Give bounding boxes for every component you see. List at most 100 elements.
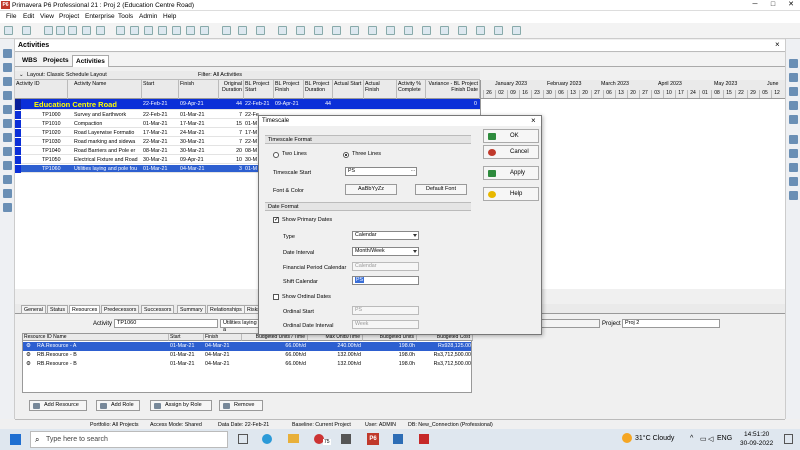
col-start[interactable]: Start — [142, 80, 179, 99]
help-button[interactable]: Help — [483, 187, 539, 201]
settings-icon[interactable] — [494, 26, 503, 35]
word-icon[interactable] — [393, 434, 403, 444]
menu-admin[interactable]: Admin — [139, 13, 157, 20]
file-explorer-icon[interactable] — [288, 434, 299, 443]
link-icon[interactable] — [278, 26, 287, 35]
activity-table-icon[interactable] — [116, 26, 125, 35]
tab-resources[interactable]: Resources — [69, 305, 101, 314]
edge-icon[interactable] — [262, 434, 272, 444]
add-resource-button[interactable]: Add Resource — [29, 400, 87, 411]
shift-calendar-field[interactable]: PS — [352, 276, 419, 285]
tab-summary[interactable]: Summary — [177, 305, 206, 314]
maximize-button[interactable]: □ — [766, 0, 780, 10]
assign-by-role-button[interactable]: Assign by Role — [150, 400, 212, 411]
app-icon[interactable] — [419, 434, 429, 444]
close-window-button[interactable]: ✕ — [784, 0, 798, 10]
paste-icon[interactable] — [789, 115, 798, 124]
gantt-timescale-header[interactable]: January 2023 February 2023 March 2023 Ap… — [480, 80, 785, 99]
add-role-button[interactable]: Add Role — [96, 400, 140, 411]
usage-icon[interactable] — [186, 26, 195, 35]
tab-activities[interactable]: Activities — [72, 55, 109, 67]
col-bl-finish[interactable]: BL Project Finish — [274, 80, 304, 99]
ok-button[interactable]: OK — [483, 129, 539, 143]
res-col-budget-units[interactable]: Budgeted Units — [363, 334, 417, 341]
group-icon[interactable] — [386, 26, 395, 35]
col-finish[interactable]: Finish — [179, 80, 219, 99]
thresholds-nav-icon[interactable] — [3, 203, 12, 212]
gantt-icon[interactable] — [130, 26, 139, 35]
dialog-close-button[interactable]: × — [531, 116, 536, 125]
clock-date[interactable]: 30-09-2022 — [740, 440, 773, 447]
schedule-icon[interactable] — [222, 26, 231, 35]
tab-successors[interactable]: Successors — [141, 305, 175, 314]
res-col-budget-units-time[interactable]: Budgeted Units / Time — [242, 334, 308, 341]
col-activity-name[interactable]: Activity Name — [73, 80, 142, 99]
tab-wbs[interactable]: WBS — [19, 55, 40, 67]
assign-resource-icon[interactable] — [789, 149, 798, 158]
tab-status[interactable]: Status — [47, 305, 69, 314]
tab-predecessors[interactable]: Predecessors — [101, 305, 140, 314]
collapse-icon[interactable] — [368, 26, 377, 35]
col-bl-start[interactable]: BL Project Start — [244, 80, 274, 99]
expenses-nav-icon[interactable] — [3, 147, 12, 156]
notifications-icon[interactable] — [784, 434, 793, 444]
show-primary-checkbox[interactable]: ✓ — [273, 217, 279, 223]
options-icon[interactable] — [512, 26, 521, 35]
project-field[interactable]: Proj 2 — [622, 319, 720, 328]
issues-nav-icon[interactable] — [3, 119, 12, 128]
clock-time[interactable]: 14:51:20 — [744, 431, 769, 438]
layout-bar[interactable]: ⌄ Layout: Classic Schedule Layout Filter… — [15, 71, 480, 80]
menu-edit[interactable]: Edit — [23, 13, 34, 20]
col-activity-id[interactable]: Activity ID — [15, 80, 68, 99]
apply-button[interactable]: Apply — [483, 166, 539, 180]
delete-icon[interactable] — [789, 73, 798, 82]
default-font-button[interactable]: Default Font — [415, 184, 467, 195]
add-icon[interactable] — [789, 59, 798, 68]
spreadsheet-icon[interactable] — [200, 26, 209, 35]
menu-enterprise[interactable]: Enterprise — [85, 13, 115, 20]
resource-row[interactable]: ⚙ RB.Resource - B 01-Mar-21 04-Mar-21 66… — [23, 351, 471, 360]
layout-icon[interactable] — [44, 26, 53, 35]
res-col-budget-cost[interactable]: Budgeted Cost — [417, 334, 473, 341]
tab-projects[interactable]: Projects — [40, 55, 72, 67]
cancel-button[interactable]: Cancel — [483, 145, 539, 159]
chevron-down-icon[interactable]: ⌄ — [19, 72, 24, 78]
task-view-icon[interactable] — [238, 434, 248, 444]
p6-taskbar-icon[interactable]: P6 — [367, 433, 379, 445]
cut-icon[interactable] — [789, 87, 798, 96]
find-icon[interactable] — [422, 26, 431, 35]
assignments-nav-icon[interactable] — [3, 91, 12, 100]
details-icon[interactable] — [144, 26, 153, 35]
res-col-max-units[interactable]: Max Units/Time — [308, 334, 363, 341]
three-lines-radio[interactable] — [343, 152, 349, 158]
filter-icon[interactable] — [68, 26, 77, 35]
zoom-in-icon[interactable] — [314, 26, 323, 35]
store-icon[interactable] — [341, 434, 351, 444]
close-activities-button[interactable]: × — [775, 40, 780, 49]
weather-text[interactable]: 31°C Cloudy — [635, 435, 674, 442]
activities-nav-icon[interactable] — [3, 77, 12, 86]
refresh-icon[interactable] — [440, 26, 449, 35]
network-icon[interactable] — [158, 26, 167, 35]
menu-project[interactable]: Project — [59, 13, 79, 20]
bars-icon[interactable] — [96, 26, 105, 35]
tracking-nav-icon[interactable] — [3, 175, 12, 184]
menu-tools[interactable]: Tools — [118, 13, 133, 20]
step-icon[interactable] — [789, 191, 798, 200]
col-bl-duration[interactable]: BL Project Duration — [304, 80, 333, 99]
res-col-start[interactable]: Start — [169, 334, 204, 341]
notebook-icon[interactable] — [789, 177, 798, 186]
zoom-out-icon[interactable] — [332, 26, 341, 35]
show-ordinal-checkbox[interactable] — [273, 294, 279, 300]
projects-nav-icon[interactable] — [3, 49, 12, 58]
risks-nav-icon[interactable] — [3, 133, 12, 142]
reports-nav-icon[interactable] — [3, 161, 12, 170]
battery-icon[interactable]: ▭ — [700, 435, 707, 443]
menu-help[interactable]: Help — [163, 13, 176, 20]
ellipsis-icon[interactable]: ... — [411, 167, 415, 174]
res-col-finish[interactable]: Finish — [204, 334, 242, 341]
expand-icon[interactable] — [350, 26, 359, 35]
activity-id-field[interactable]: TP1060 — [114, 319, 218, 328]
wbs-nav-icon[interactable] — [3, 63, 12, 72]
tab-general[interactable]: General — [21, 305, 46, 314]
